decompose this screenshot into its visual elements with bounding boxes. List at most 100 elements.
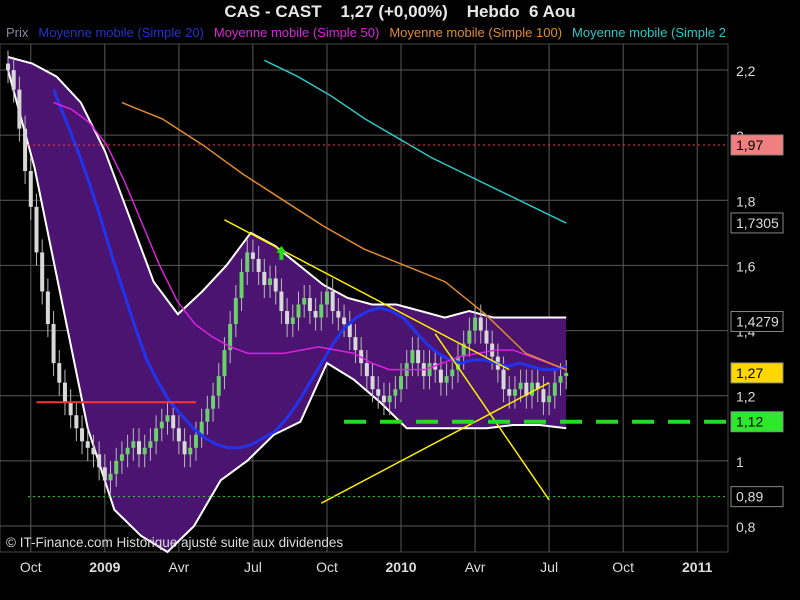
candle-body	[154, 428, 159, 442]
candle-body	[393, 389, 398, 396]
x-tick-label: Oct	[20, 559, 42, 575]
candle-body	[552, 382, 557, 396]
candle-body	[444, 376, 449, 383]
candle-body	[85, 441, 90, 448]
candle-body	[250, 252, 255, 259]
candle-body	[353, 337, 358, 351]
candle-body	[467, 330, 472, 344]
candle-body	[233, 298, 238, 325]
candle-body	[501, 369, 506, 390]
candle-body	[307, 298, 312, 312]
candle-body	[512, 389, 517, 396]
candle-body	[558, 376, 563, 383]
candle-body	[547, 395, 552, 403]
candle-body	[165, 415, 170, 422]
candle-body	[137, 441, 142, 455]
y-tick-label: 2,2	[736, 63, 756, 79]
candle-body	[319, 304, 324, 318]
candle-body	[23, 128, 28, 171]
candle-body	[518, 382, 523, 390]
series-ma200	[263, 59, 567, 224]
price-label-text: 1,97	[736, 137, 763, 153]
credit-text: © IT-Finance.com Historique ajusté suite…	[6, 535, 344, 550]
candle-body	[97, 454, 102, 468]
candle-body	[222, 350, 227, 377]
x-tick-label: Avr	[169, 559, 190, 575]
x-tick-label: Jul	[244, 559, 262, 575]
candle-body	[239, 271, 244, 298]
x-tick-label: Avr	[465, 559, 486, 575]
candle-body	[114, 460, 119, 474]
price-label-text: 1,7305	[736, 215, 779, 231]
candle-body	[370, 376, 375, 390]
candle-body	[62, 382, 67, 403]
candle-body	[416, 350, 421, 364]
candle-body	[324, 291, 329, 305]
candle-body	[171, 415, 176, 429]
price-label-text: 1,4279	[736, 313, 779, 329]
candle-body	[279, 291, 284, 312]
x-tick-label: Oct	[316, 559, 338, 575]
candle-body	[68, 402, 73, 416]
candle-body	[438, 369, 443, 383]
candle-body	[91, 447, 96, 455]
x-tick-label: 2010	[385, 559, 416, 575]
candle-body	[313, 311, 318, 318]
candle-body	[427, 363, 432, 377]
candle-body	[17, 89, 22, 129]
candle-body	[273, 278, 278, 292]
candle-body	[302, 298, 307, 305]
candle-body	[6, 63, 10, 71]
candle-body	[119, 454, 124, 461]
candle-body	[125, 447, 130, 455]
candle-body	[399, 376, 404, 390]
x-tick-label: Oct	[612, 559, 634, 575]
y-tick-label: 0,8	[736, 519, 756, 535]
candle-body	[176, 428, 181, 442]
candle-body	[216, 376, 221, 396]
candle-body	[45, 291, 50, 325]
x-tick-label: 2009	[89, 559, 120, 575]
candle-body	[541, 389, 546, 403]
candle-body	[507, 389, 512, 396]
candle-body	[28, 171, 33, 207]
price-label-text: 0,89	[736, 489, 763, 505]
candle-body	[182, 441, 187, 455]
y-tick-label: 1	[736, 454, 744, 470]
candle-body	[142, 447, 147, 455]
candle-body	[530, 382, 535, 396]
price-label-text: 1,12	[736, 414, 763, 430]
y-tick-label: 1,6	[736, 258, 756, 274]
candle-body	[211, 395, 216, 409]
candle-body	[262, 271, 267, 285]
candle-body	[80, 428, 85, 442]
candle-body	[387, 395, 392, 403]
candle-body	[410, 350, 415, 364]
candle-body	[11, 70, 16, 90]
candle-body	[330, 291, 335, 312]
candle-body	[131, 441, 136, 448]
candle-body	[290, 317, 295, 325]
candle-body	[51, 324, 56, 364]
candle-body	[484, 330, 489, 344]
candle-body	[102, 467, 107, 481]
candle-body	[376, 389, 381, 396]
candle-body	[34, 206, 39, 253]
candle-body	[478, 317, 483, 331]
candle-body	[285, 311, 290, 325]
candle-body	[57, 363, 62, 383]
candle-body	[381, 395, 386, 403]
price-label-text: 1,27	[736, 365, 763, 381]
candle-body	[74, 415, 79, 429]
candle-body	[296, 304, 301, 318]
y-tick-label: 1,8	[736, 193, 756, 209]
candle-body	[40, 252, 45, 292]
candle-body	[193, 434, 198, 448]
candle-body	[256, 258, 261, 272]
candle-body	[473, 317, 478, 331]
x-tick-label: Jul	[540, 559, 558, 575]
y-tick-label: 1,2	[736, 389, 756, 405]
candle-body	[245, 252, 250, 272]
candle-body	[108, 473, 113, 481]
candle-body	[148, 441, 153, 448]
